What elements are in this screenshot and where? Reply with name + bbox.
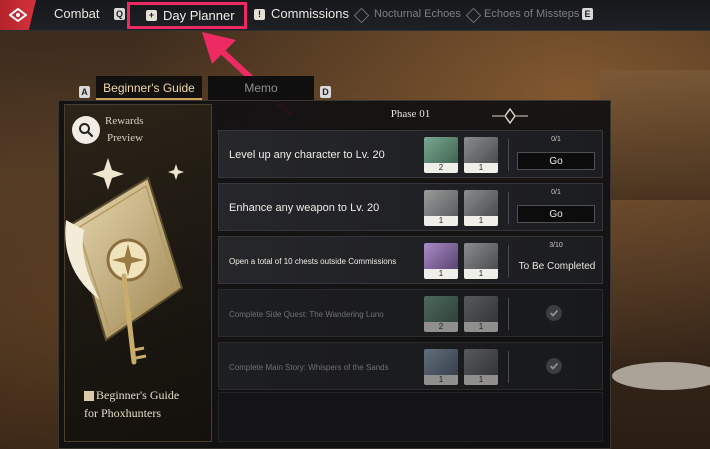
task-status: To Be Completed (518, 261, 596, 272)
reward-item[interactable]: 1 (464, 137, 498, 173)
reward-item[interactable]: 1 (464, 296, 498, 332)
reward-quantity: 2 (424, 163, 458, 173)
row-divider (508, 192, 509, 224)
task-progress: 0/1 (551, 189, 561, 196)
guide-title-line2: for Phoxhunters (84, 406, 161, 420)
nav-commissions[interactable]: Commissions (271, 6, 349, 21)
key-e-badge: E (582, 8, 593, 20)
background-window (600, 70, 710, 200)
task-row: Enhance any weapon to Lv. 20 1 1 0/1 Go (218, 183, 603, 231)
reward-item[interactable]: 1 (464, 190, 498, 226)
key-d-badge: D (320, 86, 331, 98)
task-description: Complete Main Story: Whispers of the San… (229, 362, 389, 372)
weapon-material-icon (464, 190, 498, 216)
nav-nocturnal-echoes[interactable]: Nocturnal Echoes (374, 8, 461, 20)
task-description: Open a total of 10 chests outside Commis… (229, 256, 397, 266)
day-planner-icon: + (146, 10, 157, 21)
task-row: Open a total of 10 chests outside Commis… (218, 236, 603, 284)
nav-day-planner-label: Day Planner (163, 8, 235, 23)
game-logo-icon (0, 0, 36, 30)
rewards-label-line2: Preview (107, 132, 144, 144)
rewards-label-line1: Rewards (105, 115, 144, 127)
diamond-icon (465, 7, 482, 24)
reward-quantity: 1 (424, 216, 458, 226)
background-table (612, 362, 710, 390)
weapon-material-icon (464, 296, 498, 322)
task-description: Enhance any weapon to Lv. 20 (229, 202, 380, 214)
reward-quantity: 1 (464, 322, 498, 332)
row-divider (508, 351, 509, 383)
rewards-preview-label[interactable]: Rewards Preview (105, 113, 144, 147)
reward-item[interactable]: 1 (424, 349, 458, 385)
guide-book-icon (84, 391, 94, 402)
completed-check-icon (546, 305, 562, 321)
reward-item[interactable]: 1 (424, 243, 458, 279)
reward-item[interactable]: 2 (424, 296, 458, 332)
key-a-badge: A (79, 86, 90, 98)
top-nav-bar: Combat Q + Day Planner ! Commissions Noc… (0, 0, 710, 31)
go-button[interactable]: Go (517, 152, 595, 170)
commissions-icon: ! (254, 9, 265, 20)
weapon-material-icon (464, 137, 498, 163)
rewards-preview-button[interactable] (72, 116, 100, 144)
blue-material-icon (424, 349, 458, 375)
key-material-icon (424, 190, 458, 216)
nav-echoes-of-missteps[interactable]: Echoes of Missteps (484, 8, 579, 20)
reward-item[interactable]: 1 (464, 243, 498, 279)
row-divider (508, 139, 509, 171)
reward-item[interactable]: 2 (424, 137, 458, 173)
green-material-icon (424, 296, 458, 322)
purple-material-icon (424, 243, 458, 269)
key-q-badge: Q (114, 8, 125, 20)
reward-quantity: 1 (464, 163, 498, 173)
reward-item[interactable]: 1 (424, 190, 458, 226)
green-material-icon (424, 137, 458, 163)
task-row: Complete Main Story: Whispers of the San… (218, 342, 603, 390)
reward-quantity: 1 (464, 269, 498, 279)
task-description: Level up any character to Lv. 20 (229, 149, 385, 161)
task-list-empty-slot (218, 392, 603, 442)
tab-beginners-guide[interactable]: Beginner's Guide (96, 76, 202, 100)
nav-day-planner[interactable]: + Day Planner (127, 2, 247, 29)
completed-check-icon (546, 358, 562, 374)
weapon-material-icon (464, 349, 498, 375)
reward-quantity: 1 (424, 375, 458, 385)
task-progress: 3/10 (549, 242, 563, 249)
weapon-material-icon (464, 243, 498, 269)
task-row: Level up any character to Lv. 20 2 1 0/1 Go (218, 130, 603, 178)
task-progress: 0/1 (551, 136, 561, 143)
reward-quantity: 1 (464, 375, 498, 385)
nav-combat[interactable]: Combat (54, 6, 100, 21)
task-row: Complete Side Quest: The Wandering Luno 2… (218, 289, 603, 337)
tab-memo[interactable]: Memo (208, 76, 314, 100)
go-button[interactable]: Go (517, 205, 595, 223)
phase-title: Phase 01 (390, 108, 431, 120)
reward-item[interactable]: 1 (464, 349, 498, 385)
diamond-icon (353, 7, 370, 24)
reward-quantity: 1 (424, 269, 458, 279)
reward-quantity: 2 (424, 322, 458, 332)
task-description: Complete Side Quest: The Wandering Luno (229, 309, 384, 319)
reward-quantity: 1 (464, 216, 498, 226)
phase-ornament-icon (492, 108, 528, 124)
row-divider (508, 245, 509, 277)
guide-book-illustration (65, 158, 184, 365)
guide-book-title: Beginner's Guide for Phoxhunters (84, 386, 179, 422)
guide-title-line1: Beginner's Guide (96, 388, 180, 402)
magnifier-icon (79, 123, 94, 138)
row-divider (508, 298, 509, 330)
